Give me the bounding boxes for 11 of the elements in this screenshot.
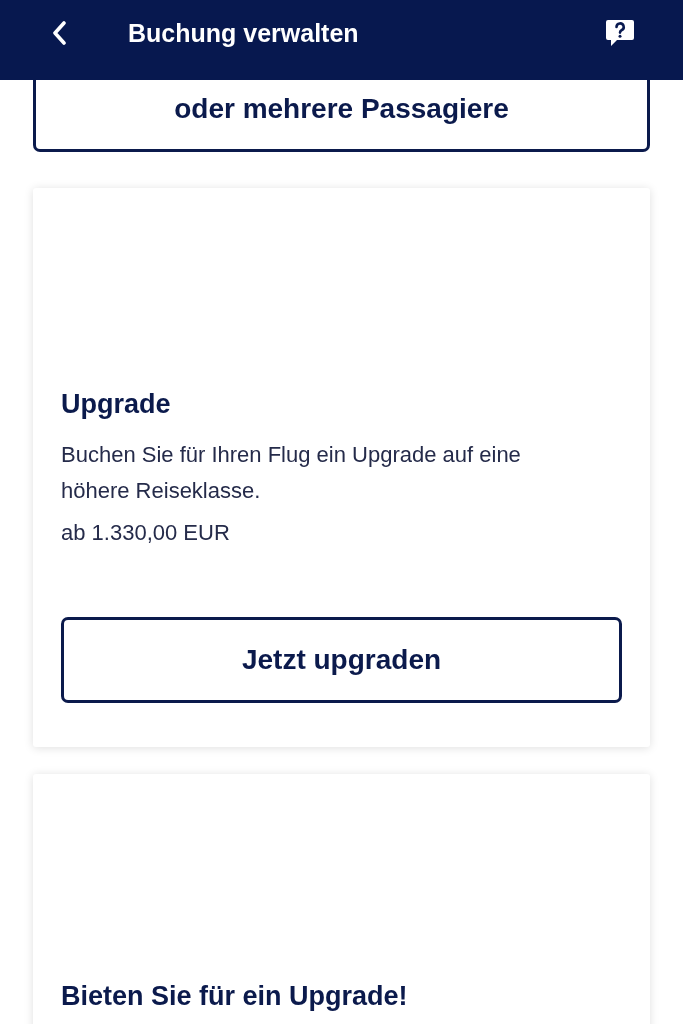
help-button[interactable] <box>605 19 635 47</box>
help-icon <box>605 19 635 47</box>
passengers-button[interactable]: oder mehrere Passagiere <box>33 80 650 152</box>
chevron-left-icon <box>52 21 66 45</box>
card-title: Bieten Sie für ein Upgrade! <box>61 980 409 1012</box>
header-title: Buchung verwalten <box>128 18 359 48</box>
card-title: Upgrade <box>61 388 172 420</box>
upgrade-button[interactable]: Jetzt upgraden <box>61 617 622 703</box>
price-text: ab 1.330,00 EUR <box>61 519 231 547</box>
back-button[interactable] <box>52 21 66 45</box>
card-description: Buchen Sie für Ihren Flug ein Upgrade auf eine höhere Reiseklasse. <box>61 441 522 505</box>
